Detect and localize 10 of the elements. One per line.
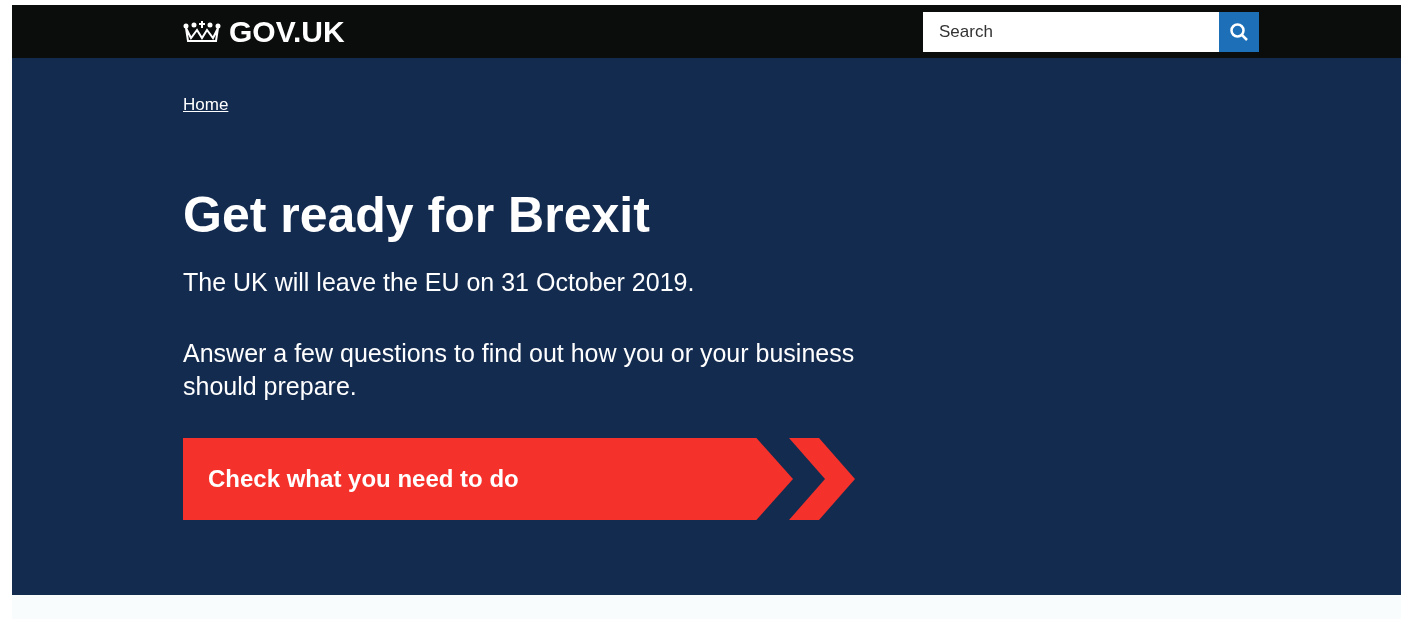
search-icon [1229,22,1249,42]
logo-text: GOV.UK [229,14,345,50]
chevron-icon [789,438,855,520]
intro-text: Answer a few questions to find out how you or your business should prepare. [183,338,856,402]
intro-text: The UK will leave the EU on 31 October 2019. [183,267,696,298]
search-button[interactable] [1219,12,1259,52]
page-title: Get ready for Brexit [183,185,651,245]
breadcrumb-link[interactable]: Home [183,92,229,118]
crown-icon [183,18,221,45]
govuk-logo[interactable]: GOV.UK [183,9,345,54]
